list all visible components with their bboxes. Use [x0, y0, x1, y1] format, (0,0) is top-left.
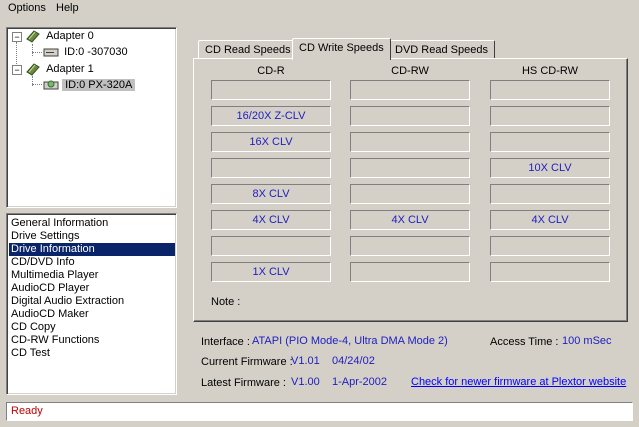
interface-value: ATAPI (PIO Mode-4, Ultra DMA Mode 2): [252, 335, 448, 347]
feature-list-item[interactable]: CD Test: [9, 347, 175, 360]
access-time-value: 100 mSec: [562, 335, 612, 347]
column-header-cd-rw: CD-RW: [391, 65, 429, 77]
current-firmware-version: V1.01: [291, 355, 320, 367]
speed-cell: [350, 262, 470, 282]
latest-firmware-version: V1.00: [291, 376, 320, 388]
adapter1-device-label: ID:0 PX-320A: [62, 79, 136, 91]
feature-list[interactable]: General Information Drive Settings Drive I…: [6, 213, 177, 395]
feature-list-item[interactable]: Drive Settings: [9, 230, 175, 243]
current-firmware-label: Current Firmware :: [201, 356, 293, 368]
speed-cell: [350, 80, 470, 100]
tree-node-adapter1[interactable]: Adapter 1: [25, 61, 94, 77]
speed-cell: [350, 132, 470, 152]
feature-list-item[interactable]: Multimedia Player: [9, 269, 175, 282]
current-firmware-date: 04/24/02: [332, 355, 375, 367]
feature-list-item[interactable]: Drive Information: [9, 243, 175, 256]
speed-cell: [211, 158, 331, 178]
speed-cell: 16/20X Z-CLV: [211, 106, 331, 126]
feature-list-item[interactable]: CD Copy: [9, 321, 175, 334]
cd-drive-icon: [43, 48, 59, 57]
adapter1-label: Adapter 1: [46, 63, 94, 75]
adapter1-collapse-toggle[interactable]: −: [12, 65, 22, 75]
adapter0-label: Adapter 0: [46, 30, 94, 42]
interface-label: Interface :: [201, 336, 250, 348]
speed-cell: [350, 184, 470, 204]
adapter-icon: [26, 63, 40, 76]
latest-firmware-date: 1-Apr-2002: [332, 376, 388, 388]
adapter0-collapse-toggle[interactable]: −: [12, 32, 22, 42]
adapter-icon: [26, 30, 40, 43]
speed-cell: 4X CLV: [490, 210, 610, 230]
feature-list-item[interactable]: CD/DVD Info: [9, 256, 175, 269]
tree-node-drive-adapter1[interactable]: ID:0 PX-320A: [43, 77, 136, 93]
speed-cell: 8X CLV: [211, 184, 331, 204]
column-header-cd-r: CD-R: [257, 65, 285, 77]
status-text: Ready: [11, 405, 43, 417]
speed-cell: [350, 158, 470, 178]
speed-cell: 1X CLV: [211, 262, 331, 282]
speed-cell: 16X CLV: [211, 132, 331, 152]
speed-cell: [211, 236, 331, 256]
menu-bar: Options Help: [0, 0, 639, 18]
speed-cell: [490, 132, 610, 152]
speed-cell: [490, 106, 610, 126]
speed-cell: [490, 80, 610, 100]
tab-cd-read-speeds[interactable]: CD Read Speeds: [198, 40, 298, 59]
speed-cell: [490, 236, 610, 256]
speed-cell: [490, 262, 610, 282]
speed-cell: [490, 184, 610, 204]
feature-list-item[interactable]: CD-RW Functions: [9, 334, 175, 347]
feature-list-item[interactable]: AudioCD Maker: [9, 308, 175, 321]
speed-cell: 10X CLV: [490, 158, 610, 178]
menu-options[interactable]: Options: [8, 2, 46, 14]
access-time-label: Access Time :: [490, 336, 559, 348]
tab-dvd-read-speeds[interactable]: DVD Read Speeds: [388, 40, 495, 59]
check-firmware-link[interactable]: Check for newer firmware at Plextor webs…: [411, 376, 626, 388]
speed-cell: [211, 80, 331, 100]
tree-node-drive-adapter0[interactable]: ID:0 -307030: [43, 44, 128, 60]
adapter0-device-label: ID:0 -307030: [64, 46, 128, 58]
tab-cd-write-speeds[interactable]: CD Write Speeds: [292, 38, 391, 60]
speed-cell: [350, 106, 470, 126]
column-header-hs-cd-rw: HS CD-RW: [521, 65, 578, 77]
feature-list-item[interactable]: General Information: [9, 217, 175, 230]
latest-firmware-label: Latest Firmware :: [201, 377, 286, 389]
device-tree[interactable]: − Adapter 0 ID:0 -307030 − Adapter 1 ID:…: [6, 27, 177, 208]
cd-drive-icon: [43, 80, 59, 90]
note-label: Note :: [211, 296, 241, 308]
feature-list-item[interactable]: AudioCD Player: [9, 282, 175, 295]
menu-help[interactable]: Help: [56, 2, 79, 14]
speed-cell: 4X CLV: [350, 210, 470, 230]
speed-cell: 4X CLV: [211, 210, 331, 230]
feature-list-item[interactable]: Digital Audio Extraction: [9, 295, 175, 308]
speed-cell: [350, 236, 470, 256]
tree-node-adapter0[interactable]: Adapter 0: [25, 28, 94, 44]
status-bar: Ready: [6, 402, 633, 421]
